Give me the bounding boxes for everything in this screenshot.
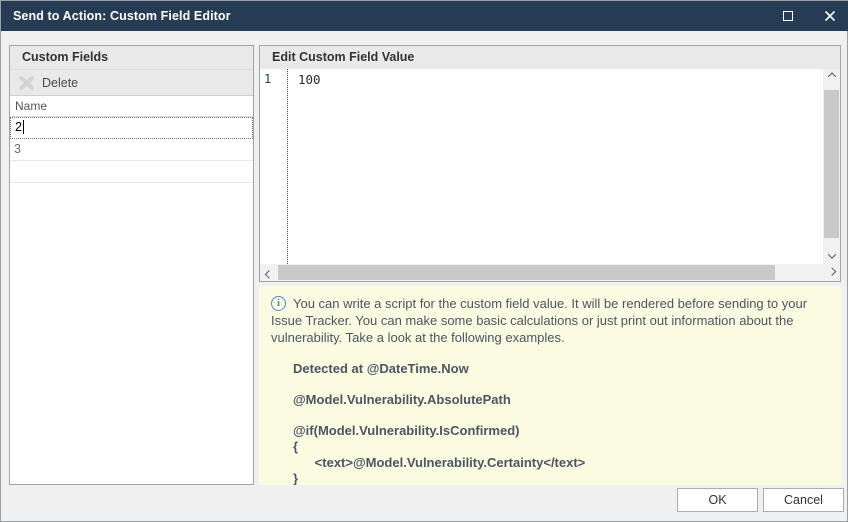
scroll-down-button[interactable] bbox=[823, 247, 840, 264]
name-column-header[interactable]: Name bbox=[10, 96, 253, 117]
info-intro-text: You can write a script for the custom fi… bbox=[271, 295, 827, 346]
code-input[interactable]: 100 bbox=[289, 69, 823, 264]
custom-fields-toolbar: Delete bbox=[10, 69, 253, 96]
edit-value-panel: Edit Custom Field Value 1 100 bbox=[259, 45, 841, 282]
info-examples: Detected at @DateTime.Now @Model.Vulnera… bbox=[293, 361, 827, 485]
field-row[interactable]: 3 bbox=[10, 139, 253, 161]
script-help-infobox: i You can write a script for the custom … bbox=[259, 286, 841, 485]
titlebar[interactable]: Send to Action: Custom Field Editor bbox=[1, 1, 848, 31]
info-icon: i bbox=[271, 296, 286, 311]
window-title: Send to Action: Custom Field Editor bbox=[13, 9, 231, 23]
example-line: { bbox=[293, 439, 827, 455]
vertical-scroll-thumb[interactable] bbox=[824, 90, 839, 238]
example-line: } bbox=[293, 471, 827, 485]
example-line: Detected at @DateTime.Now bbox=[293, 361, 827, 377]
example-line: @if(Model.Vulnerability.IsConfirmed) bbox=[293, 423, 827, 439]
delete-button[interactable]: Delete bbox=[42, 76, 78, 90]
ok-button[interactable]: OK bbox=[677, 488, 758, 512]
line-number-gutter: 1 bbox=[260, 69, 288, 264]
scroll-right-button[interactable] bbox=[823, 264, 840, 281]
edit-value-header: Edit Custom Field Value bbox=[260, 46, 840, 69]
cancel-button[interactable]: Cancel bbox=[763, 488, 844, 512]
text-caret bbox=[23, 120, 24, 134]
chevron-left-icon bbox=[264, 270, 272, 278]
field-name-value: 2 bbox=[15, 120, 22, 134]
custom-fields-header: Custom Fields bbox=[10, 46, 253, 69]
chevron-up-icon bbox=[827, 72, 835, 80]
maximize-button[interactable] bbox=[771, 1, 805, 31]
scroll-up-button[interactable] bbox=[823, 69, 840, 86]
example-line: @Model.Vulnerability.AbsolutePath bbox=[293, 392, 827, 408]
chevron-down-icon bbox=[827, 250, 835, 258]
horizontal-scroll-thumb[interactable] bbox=[278, 265, 775, 280]
example-line: <text>@Model.Vulnerability.Certainty</te… bbox=[293, 455, 827, 471]
maximize-icon bbox=[783, 11, 793, 21]
horizontal-scroll-track[interactable] bbox=[277, 264, 823, 281]
close-button[interactable] bbox=[813, 1, 847, 31]
field-name-value: 3 bbox=[14, 142, 21, 156]
field-row-editing[interactable]: 2 bbox=[10, 117, 253, 139]
send-to-action-dialog: Send to Action: Custom Field Editor Cust… bbox=[0, 0, 848, 522]
delete-icon bbox=[19, 76, 35, 90]
chevron-right-icon bbox=[827, 267, 835, 275]
vertical-scroll-track[interactable] bbox=[823, 86, 840, 247]
vertical-scrollbar[interactable] bbox=[823, 69, 840, 264]
custom-fields-panel: Custom Fields Delete Name 2 3 bbox=[9, 45, 254, 485]
line-number: 1 bbox=[264, 72, 271, 86]
field-row-empty[interactable] bbox=[10, 161, 253, 183]
horizontal-scrollbar[interactable] bbox=[260, 264, 840, 281]
script-editor[interactable]: 1 100 bbox=[260, 69, 840, 281]
scroll-left-button[interactable] bbox=[260, 264, 277, 281]
close-icon bbox=[824, 10, 836, 22]
